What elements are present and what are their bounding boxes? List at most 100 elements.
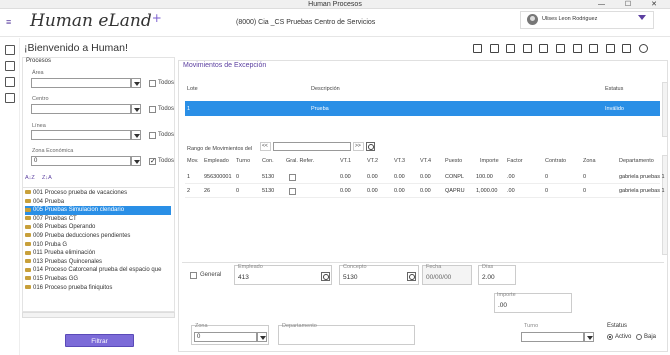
- list-item[interactable]: 007 Pruebas CT: [25, 215, 171, 224]
- column-header[interactable]: Mov.: [187, 158, 199, 164]
- save-icon[interactable]: [473, 44, 482, 53]
- hamburger-menu-icon[interactable]: ≡: [6, 17, 11, 27]
- movimientos-vscrollbar[interactable]: [662, 155, 668, 255]
- list-item[interactable]: 004 Prueba: [25, 198, 171, 207]
- list-item[interactable]: 015 Pruebas GG: [25, 275, 171, 284]
- concepto-label: Concepto: [343, 264, 367, 270]
- linea-todos-label: Todos: [158, 132, 175, 138]
- tree-icon[interactable]: [573, 44, 582, 53]
- turno-caret-icon[interactable]: [584, 332, 594, 342]
- column-header[interactable]: Zona: [583, 158, 596, 164]
- column-header[interactable]: Con.: [262, 158, 274, 164]
- activo-label: Activo: [615, 334, 632, 340]
- user-dropdown-icon[interactable]: [638, 15, 646, 20]
- procesos-list[interactable]: 001 Proceso prueba de vacaciones 004 Prue…: [22, 187, 175, 312]
- list-item[interactable]: 009 Prueba deducciones pendientes: [25, 232, 171, 241]
- process-name: Pruebas Operando: [44, 224, 96, 231]
- document-icon[interactable]: [5, 61, 15, 71]
- zona-economica-label: Zona Económica: [32, 148, 74, 154]
- list-item[interactable]: 013 Pruebas Quincenales: [25, 258, 171, 267]
- lote-row-selected[interactable]: [185, 101, 660, 116]
- table-cell: 0: [583, 188, 587, 194]
- table-cell: 0.00: [367, 174, 378, 180]
- linea-todos-checkbox[interactable]: [149, 132, 156, 139]
- zona-economica-caret-icon[interactable]: [131, 156, 141, 166]
- column-header[interactable]: Gral. Refer.: [286, 158, 314, 164]
- area-label: Área: [32, 70, 44, 76]
- column-header[interactable]: Factor: [507, 158, 523, 164]
- list-item[interactable]: 008 Pruebas Operando: [25, 223, 171, 232]
- table-cell: 0: [236, 174, 240, 180]
- column-header[interactable]: Departamento: [619, 158, 654, 164]
- list-item[interactable]: 010 Pruba G: [25, 241, 171, 250]
- folder-icon: [25, 250, 31, 255]
- zona-caret-icon[interactable]: [257, 332, 267, 342]
- activo-radio[interactable]: [607, 334, 613, 340]
- table-cell: 0.00: [340, 188, 351, 194]
- briefcase-icon[interactable]: [5, 93, 15, 103]
- linea-select[interactable]: [31, 130, 131, 140]
- sort-desc-icon[interactable]: Z↓A: [42, 175, 52, 181]
- zona-economica-select[interactable]: 0: [31, 156, 131, 166]
- procesos-hscrollbar[interactable]: [22, 312, 175, 318]
- concepto-search-icon[interactable]: [407, 272, 416, 281]
- process-code: 010: [33, 241, 44, 248]
- grid-icon[interactable]: [606, 44, 615, 53]
- export-icon[interactable]: [506, 44, 515, 53]
- list-item[interactable]: 005 Pruebas Simulacion clendario: [25, 206, 171, 215]
- empleado-search-icon[interactable]: [321, 272, 330, 281]
- baja-label: Baja: [644, 334, 657, 340]
- process-code: 007: [33, 215, 44, 222]
- print-icon[interactable]: [523, 44, 532, 53]
- list-item[interactable]: 014 Proceso Catorcenal prueba del espaci…: [25, 266, 171, 275]
- rango-prev-button[interactable]: <<: [260, 142, 271, 151]
- column-header[interactable]: VT.3: [394, 158, 405, 164]
- column-header[interactable]: VT.1: [340, 158, 351, 164]
- list-icon[interactable]: [539, 44, 548, 53]
- centro-caret-icon[interactable]: [131, 104, 141, 114]
- area-select[interactable]: [31, 78, 131, 88]
- list-item[interactable]: 011 Prueba eliminación: [25, 249, 171, 258]
- copy-icon[interactable]: [5, 77, 15, 87]
- home-icon[interactable]: [5, 45, 15, 55]
- process-code: 008: [33, 224, 44, 231]
- area-caret-icon[interactable]: [131, 78, 141, 88]
- centro-select[interactable]: [31, 104, 131, 114]
- column-header[interactable]: Puesto: [445, 158, 462, 164]
- list-item[interactable]: 001 Proceso prueba de vacaciones: [25, 189, 171, 198]
- rango-search-icon[interactable]: [366, 142, 375, 151]
- linea-caret-icon[interactable]: [131, 130, 141, 140]
- centro-todos-checkbox[interactable]: [149, 106, 156, 113]
- column-header[interactable]: VT.4: [420, 158, 431, 164]
- zona-select[interactable]: 0: [194, 332, 257, 342]
- gral-refer-checkbox[interactable]: [289, 188, 296, 195]
- lote-vscrollbar[interactable]: [662, 82, 668, 137]
- zona-todos-checkbox[interactable]: [149, 157, 156, 165]
- importe-value: .00: [498, 302, 508, 309]
- refresh-icon[interactable]: [589, 44, 598, 53]
- filtrar-button[interactable]: Filtrar: [65, 334, 134, 347]
- window-controls[interactable]: — ☐ ✕: [598, 0, 666, 9]
- cancel-icon[interactable]: [490, 44, 499, 53]
- calculator-icon[interactable]: [622, 44, 631, 53]
- column-header[interactable]: Importe: [480, 158, 499, 164]
- table-cell: 0: [545, 174, 549, 180]
- general-checkbox[interactable]: [190, 272, 197, 279]
- column-header[interactable]: Contrato: [545, 158, 566, 164]
- filter-icon[interactable]: [556, 44, 565, 53]
- column-header[interactable]: VT.2: [367, 158, 378, 164]
- turno-select[interactable]: [521, 332, 584, 342]
- sort-asc-icon[interactable]: A↓Z: [25, 175, 35, 181]
- column-header[interactable]: Empleado: [204, 158, 229, 164]
- centro-todos-label: Todos: [158, 106, 175, 112]
- table-cell: 100.00: [476, 174, 493, 180]
- area-todos-checkbox[interactable]: [149, 80, 156, 87]
- gral-refer-checkbox[interactable]: [289, 174, 296, 181]
- table-cell: 26: [204, 188, 211, 194]
- column-header[interactable]: Turno: [236, 158, 250, 164]
- rango-select[interactable]: [273, 142, 351, 151]
- rango-next-button[interactable]: >>: [353, 142, 364, 151]
- close-icon[interactable]: [639, 44, 648, 53]
- baja-radio[interactable]: [636, 334, 642, 340]
- list-item[interactable]: 016 Proceso prueba finiquitos: [25, 284, 171, 293]
